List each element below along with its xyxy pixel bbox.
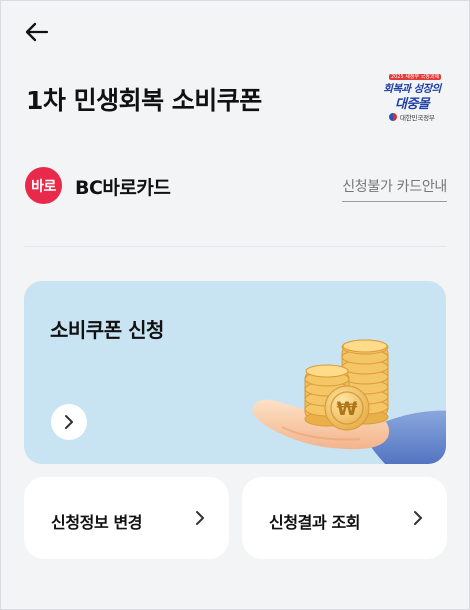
chevron-right-icon [196, 511, 204, 525]
arrow-left-icon [25, 22, 49, 42]
taegeuk-icon [389, 113, 397, 121]
hand-coins-illustration: ₩ [252, 339, 446, 464]
bc-card-logo: 바로 [25, 167, 62, 204]
banner-arrow-button[interactable] [51, 404, 87, 440]
chevron-right-icon [414, 511, 422, 525]
emblem-government-text: 대한민국정부 [400, 114, 435, 122]
divider [24, 246, 446, 247]
unavailable-card-info-link[interactable]: 신청불가 카드안내 [342, 176, 447, 202]
banner-title: 소비쿠폰 신청 [50, 318, 164, 342]
emblem-government: 대한민국정부 [389, 112, 435, 122]
page-title: 1차 민생회복 소비쿠폰 [26, 86, 262, 115]
check-result-button[interactable]: 신청결과 조회 [242, 477, 447, 559]
change-application-label: 신청정보 변경 [51, 513, 143, 532]
government-emblem: 2025 새정부 국정과제 회복과 성장의 대중몰 대한민국정부 [380, 72, 444, 128]
change-application-button[interactable]: 신청정보 변경 [24, 477, 229, 559]
emblem-top-text: 2025 새정부 국정과제 [389, 74, 441, 80]
coupon-apply-banner[interactable]: 소비쿠폰 신청 ₩ [24, 281, 446, 464]
check-result-label: 신청결과 조회 [269, 513, 361, 532]
won-symbol: ₩ [337, 398, 358, 420]
chevron-right-icon [65, 415, 73, 429]
back-button[interactable] [22, 18, 52, 48]
emblem-slogan-line2: 대중몰 [394, 97, 430, 112]
card-name: BC바로카드 [75, 177, 171, 199]
